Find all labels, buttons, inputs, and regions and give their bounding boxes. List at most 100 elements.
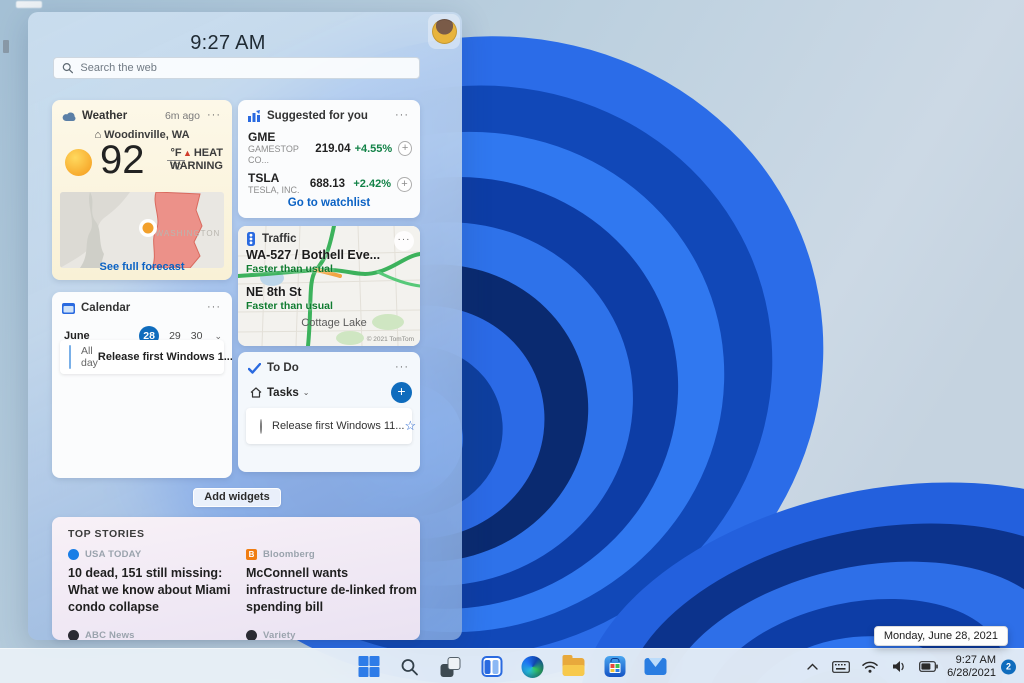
stocks-widget[interactable]: Suggested for you ··· GME GAMESTOP CO...… xyxy=(238,100,420,218)
hidden-icons-chevron[interactable] xyxy=(802,657,822,677)
add-widgets-button[interactable]: Add widgets xyxy=(193,488,281,507)
widgets-icon xyxy=(481,656,502,677)
stock-symbol: GME xyxy=(248,130,276,144)
chevron-down-icon[interactable]: ⌄ xyxy=(303,388,310,397)
stock-row-tsla[interactable]: TSLA TESLA, INC. 688.13 +2.42% + xyxy=(238,169,420,199)
widgets-button[interactable] xyxy=(480,655,504,679)
stocks-chart-icon xyxy=(248,110,260,122)
touch-keyboard-icon[interactable] xyxy=(831,657,851,677)
event-color-bar xyxy=(69,345,71,369)
news-source: ABC News xyxy=(85,630,135,640)
wifi-icon[interactable] xyxy=(860,657,880,677)
abc-news-icon xyxy=(68,630,79,640)
news-headline: 10 dead, 151 still missing: What we know… xyxy=(68,566,231,614)
top-stories-widget[interactable]: TOP STORIES USA TODAY 10 dead, 151 still… xyxy=(52,517,420,640)
store-button[interactable] xyxy=(603,655,627,679)
weather-cloud-icon xyxy=(62,112,76,121)
traffic-route-1: WA-527 / Bothell Eve... xyxy=(246,248,381,262)
widgets-panel: 9:27 AM Weather 6m ago ··· xyxy=(28,12,462,640)
traffic-status-1: Faster than usual xyxy=(246,263,333,275)
weather-updated: 6m ago xyxy=(164,110,200,122)
stock-company: GAMESTOP CO... xyxy=(248,144,299,165)
stock-price: 219.04 xyxy=(315,142,351,155)
profile-button[interactable] xyxy=(428,14,460,49)
news-source: Variety xyxy=(263,630,296,640)
stocks-title: Suggested for you xyxy=(267,110,368,122)
todo-menu-button[interactable]: ··· xyxy=(392,360,412,376)
weather-alert-map[interactable]: WASHINGTON xyxy=(60,192,224,268)
add-to-watchlist-button[interactable]: + xyxy=(398,141,412,156)
calendar-menu-button[interactable]: ··· xyxy=(204,300,224,316)
warning-triangle-icon: ▲ xyxy=(182,148,192,158)
usa-today-icon xyxy=(68,549,79,560)
event-title: Release first Windows 1... xyxy=(97,351,232,363)
clock-time: 9:27 AM xyxy=(955,653,996,666)
taskbar-search-button[interactable] xyxy=(398,655,422,679)
start-button[interactable] xyxy=(357,655,381,679)
star-icon[interactable]: ☆ xyxy=(404,418,416,434)
heat-warning-label: ▲ HEAT WARNING xyxy=(169,147,223,172)
bloomberg-icon: B xyxy=(246,549,257,560)
variety-icon xyxy=(246,630,257,640)
edge-button[interactable] xyxy=(521,655,545,679)
stock-symbol: TSLA xyxy=(248,171,280,185)
search-icon xyxy=(401,658,418,675)
task-title: Release first Windows 11... xyxy=(272,420,405,432)
traffic-widget[interactable]: Cottage Lake © 2021 TomTom Traffic ··· W… xyxy=(238,226,420,346)
sun-icon xyxy=(65,149,92,176)
news-source: USA TODAY xyxy=(85,549,142,560)
task-view-button[interactable] xyxy=(439,655,463,679)
event-time: All day xyxy=(81,345,98,369)
store-icon xyxy=(604,656,625,677)
desktop: 9:27 AM Weather 6m ago ··· xyxy=(0,0,1024,683)
todo-list-name[interactable]: Tasks xyxy=(267,387,299,399)
taskbar: 9:27 AM 6/28/2021 2 xyxy=(0,648,1024,683)
search-icon xyxy=(62,63,74,74)
add-task-button[interactable]: + xyxy=(391,382,412,403)
search-input[interactable] xyxy=(80,62,411,74)
map-region-label: WASHINGTON xyxy=(156,229,221,238)
calendar-title: Calendar xyxy=(81,302,131,314)
panel-clock: 9:27 AM xyxy=(190,32,266,54)
temperature-value: 92 xyxy=(100,138,145,182)
stock-row-gme[interactable]: GME GAMESTOP CO... 219.04 +4.55% + xyxy=(238,128,420,169)
traffic-route-2: NE 8th St xyxy=(246,285,302,299)
news-article[interactable]: USA TODAY 10 dead, 151 still missing: Wh… xyxy=(68,549,240,616)
web-search-bar[interactable] xyxy=(53,57,420,79)
mail-button[interactable] xyxy=(644,655,668,679)
todo-widget[interactable]: To Do ··· Tasks ⌄ + Release first Window… xyxy=(238,352,420,472)
desktop-icon-remnant xyxy=(3,40,9,53)
news-source: Bloomberg xyxy=(263,549,315,560)
news-article[interactable]: B Bloomberg McConnell wants infrastructu… xyxy=(246,549,418,616)
weather-menu-button[interactable]: ··· xyxy=(204,108,224,124)
weather-title: Weather xyxy=(82,110,128,122)
stock-price: 688.13 xyxy=(309,178,345,190)
calendar-widget[interactable]: Calendar ··· June 28 29 30 ⌄ All day Rel… xyxy=(52,292,232,478)
clock-date: 6/28/2021 xyxy=(947,666,996,679)
news-headline: McConnell wants infrastructure de-linked… xyxy=(246,566,417,614)
add-to-watchlist-button[interactable]: + xyxy=(397,176,412,192)
file-explorer-button[interactable] xyxy=(562,654,586,679)
traffic-menu-button[interactable]: ··· xyxy=(394,231,414,251)
go-to-watchlist-link[interactable]: Go to watchlist xyxy=(238,197,420,209)
battery-icon[interactable] xyxy=(918,657,938,677)
task-checkbox[interactable] xyxy=(260,418,262,434)
calendar-event[interactable]: All day Release first Windows 1... xyxy=(60,340,232,374)
home-icon xyxy=(250,387,262,398)
folder-icon xyxy=(562,654,585,676)
traffic-status-2: Faster than usual xyxy=(246,300,333,312)
top-stories-title: TOP STORIES xyxy=(68,528,145,540)
volume-icon[interactable] xyxy=(889,657,909,677)
weather-widget[interactable]: Weather 6m ago ··· ⌂ Woodinville, WA 92 … xyxy=(52,100,232,280)
task-item[interactable]: Release first Windows 11... ☆ xyxy=(246,408,416,444)
taskbar-clock[interactable]: 9:27 AM 6/28/2021 2 xyxy=(947,654,1016,680)
traffic-title: Traffic xyxy=(262,233,297,245)
stocks-menu-button[interactable]: ··· xyxy=(392,108,412,124)
see-full-forecast-link[interactable]: See full forecast xyxy=(52,261,232,273)
news-article[interactable]: Variety xyxy=(246,630,418,640)
traffic-light-icon xyxy=(247,232,255,246)
notification-badge[interactable]: 2 xyxy=(1001,659,1016,674)
news-article[interactable]: ABC News xyxy=(68,630,240,640)
windows-logo-icon xyxy=(358,656,379,677)
avatar xyxy=(431,19,457,44)
